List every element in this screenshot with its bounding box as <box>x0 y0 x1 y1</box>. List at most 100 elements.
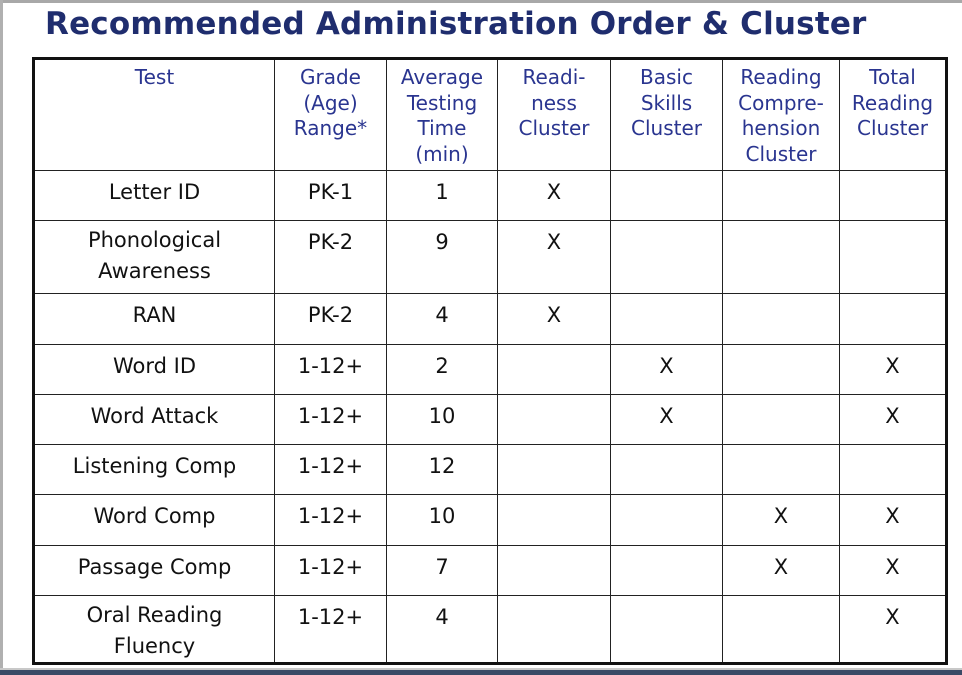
column-header-line: Compre- <box>738 90 824 115</box>
column-header-label: Test <box>134 65 175 89</box>
cell-test: Word Comp <box>33 494 275 546</box>
table-row: Oral Reading Fluency 1-12+ 4 X <box>33 595 947 664</box>
cell-value: 12 <box>428 454 456 478</box>
column-header-line: Grade <box>300 65 361 89</box>
cell-basic <box>610 444 723 495</box>
cell-total <box>839 170 947 221</box>
cell-comprehension <box>722 394 840 445</box>
cell-grade: 1-12+ <box>274 545 387 596</box>
cell-value: 1-12+ <box>297 354 364 378</box>
test-name-line: Word ID <box>112 354 196 378</box>
cluster-check-mark: X <box>659 404 674 428</box>
cell-basic <box>610 494 723 546</box>
column-header-line: Total <box>869 65 916 89</box>
cell-test: Oral Reading Fluency <box>33 595 275 664</box>
test-name-line: Awareness <box>98 259 211 283</box>
cell-readiness: X <box>497 293 611 345</box>
window-frame-bottom <box>0 670 962 675</box>
column-header-line: Reading <box>740 65 822 89</box>
column-header-readiness: Readi-ness Cluster <box>497 58 611 171</box>
cell-value: 1-12+ <box>297 404 364 428</box>
column-header-test: Test <box>33 58 275 171</box>
column-header-line: Range* <box>293 116 368 140</box>
cell-comprehension <box>722 170 840 221</box>
table-row: Word Attack 1-12+ 10 X X <box>33 394 947 445</box>
cell-test: RAN <box>33 293 275 345</box>
cluster-check-mark: X <box>546 303 562 327</box>
window-frame-top <box>0 0 962 3</box>
column-header-line: Basic <box>640 65 693 89</box>
table-row: Letter ID PK-1 1 X <box>33 170 947 221</box>
cluster-check-mark: X <box>885 504 900 528</box>
cell-basic <box>610 293 723 345</box>
table-row: Phonological Awareness PK-2 9 X <box>33 220 947 294</box>
column-header-line: Time <box>417 116 467 140</box>
cell-value: 10 <box>428 404 456 428</box>
cell-time: 10 <box>386 394 498 445</box>
cell-comprehension <box>722 444 840 495</box>
table-row: Passage Comp 1-12+ 7 X X <box>33 545 947 596</box>
cell-test: Passage Comp <box>33 545 275 596</box>
cell-grade: 1-12+ <box>274 595 387 664</box>
column-header-time: Average Testing Time (min) <box>386 58 498 171</box>
cell-comprehension <box>722 344 840 395</box>
cell-total <box>839 444 947 495</box>
cell-test: Phonological Awareness <box>33 220 275 294</box>
table-row: Word Comp 1-12+ 10 X X <box>33 494 947 546</box>
column-header-line: Cluster <box>631 116 702 140</box>
table-row: Listening Comp 1-12+ 12 <box>33 444 947 495</box>
cell-comprehension: X <box>722 545 840 596</box>
cell-test: Word ID <box>33 344 275 395</box>
cell-basic: X <box>610 344 723 395</box>
column-header-line: Average <box>400 65 484 89</box>
column-header-comprehension: Reading Compre-hension Cluster <box>722 58 840 171</box>
cell-comprehension <box>722 595 840 664</box>
table-row: Word ID 1-12+ 2 X X <box>33 344 947 395</box>
cell-value: 1 <box>435 180 449 204</box>
test-name-line: Phonological <box>87 228 222 252</box>
cell-grade: 1-12+ <box>274 344 387 395</box>
cell-value: 9 <box>435 230 449 254</box>
cell-time: 4 <box>386 293 498 345</box>
table-body: Letter ID PK-1 1 X Phonological Awareness PK-2… <box>33 170 947 664</box>
cell-total <box>839 293 947 345</box>
cell-grade: PK-1 <box>274 170 387 221</box>
cell-value: 2 <box>435 354 449 378</box>
cell-value: 7 <box>435 555 449 579</box>
cell-value: 4 <box>435 303 449 327</box>
column-header-line: (min) <box>415 141 469 166</box>
cell-test: Listening Comp <box>33 444 275 495</box>
column-header-line: (Age) <box>303 90 358 115</box>
table-row: RAN PK-2 4 X <box>33 293 947 345</box>
cell-readiness <box>497 394 611 445</box>
cell-total: X <box>839 344 947 395</box>
test-name-line: Listening Comp <box>72 454 237 478</box>
cell-value: PK-1 <box>307 180 354 204</box>
cell-value: PK-2 <box>307 230 354 254</box>
cell-grade: 1-12+ <box>274 444 387 495</box>
cell-total: X <box>839 494 947 546</box>
test-name-line: Word Comp <box>93 504 216 528</box>
column-header-line: hension <box>741 116 821 140</box>
cell-grade: 1-12+ <box>274 494 387 546</box>
cell-total: X <box>839 545 947 596</box>
column-header-basic: Basic Skills Cluster <box>610 58 723 171</box>
cell-comprehension <box>722 220 840 294</box>
page-title: Recommended Administration Order & Clust… <box>45 6 867 42</box>
cluster-check-mark: X <box>885 404 900 428</box>
cell-readiness <box>497 444 611 495</box>
cell-basic: X <box>610 394 723 445</box>
test-name-line: Fluency <box>113 634 196 658</box>
cell-value: 1-12+ <box>297 504 364 528</box>
cell-time: 7 <box>386 545 498 596</box>
cell-value: 4 <box>435 605 449 629</box>
column-header-line: Cluster <box>857 116 928 140</box>
cell-time: 4 <box>386 595 498 664</box>
test-name-line: Oral Reading <box>86 603 223 627</box>
column-header-line: ness <box>531 90 577 115</box>
column-header-line: Readi- <box>522 65 586 89</box>
column-header-line: Cluster <box>745 141 817 166</box>
cell-total <box>839 220 947 294</box>
cell-readiness <box>497 344 611 395</box>
cell-value: 10 <box>428 504 456 528</box>
